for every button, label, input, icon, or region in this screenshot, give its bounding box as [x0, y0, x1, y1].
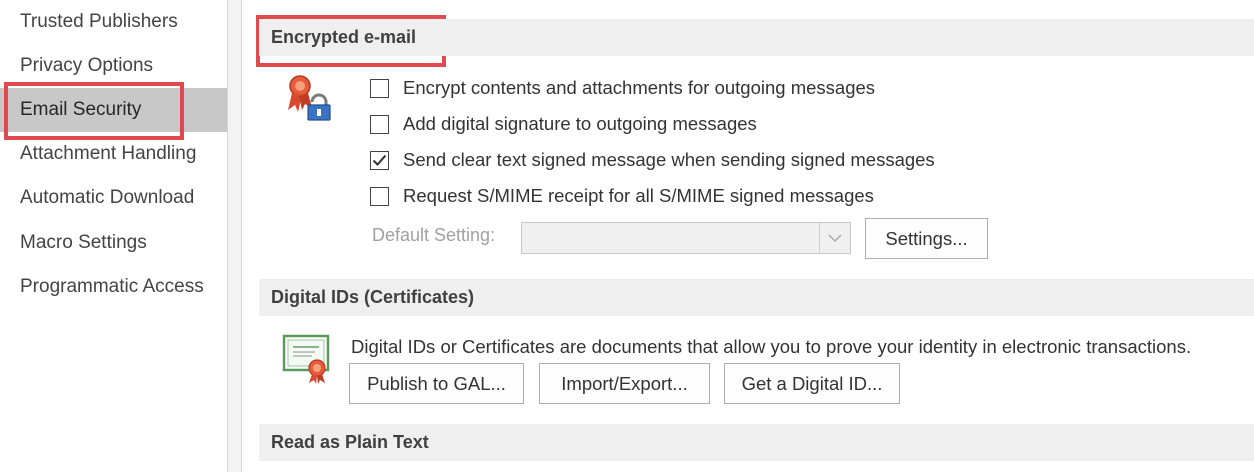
option-send-clear-text[interactable]: Send clear text signed message when send…: [370, 146, 935, 174]
option-add-digital-signature[interactable]: Add digital signature to outgoing messag…: [370, 110, 757, 138]
import-export-button[interactable]: Import/Export...: [539, 363, 710, 404]
option-request-smime-receipt-label: Request S/MIME receipt for all S/MIME si…: [403, 185, 874, 206]
sidebar-item-automatic-download[interactable]: Automatic Download: [0, 176, 227, 220]
sidebar-item-privacy-options[interactable]: Privacy Options: [0, 44, 227, 88]
sidebar-item-attachment-handling[interactable]: Attachment Handling: [0, 132, 227, 176]
checkbox-add-digital-signature[interactable]: [370, 114, 389, 134]
sidebar-item-email-security[interactable]: Email Security: [0, 88, 227, 132]
publish-to-gal-button[interactable]: Publish to GAL...: [349, 363, 524, 404]
option-add-digital-signature-label: Add digital signature to outgoing messag…: [403, 113, 757, 134]
settings-button[interactable]: Settings...: [865, 218, 988, 259]
content-divider: [241, 0, 242, 472]
sidebar-item-macro-settings[interactable]: Macro Settings: [0, 221, 227, 265]
checkmark-icon: [372, 154, 387, 166]
option-send-clear-text-label: Send clear text signed message when send…: [403, 149, 935, 170]
section-header-digital-ids: Digital IDs (Certificates): [259, 279, 1254, 316]
sidebar-item-trusted-publishers[interactable]: Trusted Publishers: [0, 0, 227, 44]
default-setting-select[interactable]: [521, 222, 851, 254]
get-digital-id-button[interactable]: Get a Digital ID...: [724, 363, 900, 404]
checkbox-encrypt-contents[interactable]: [370, 78, 389, 98]
digital-ids-description: Digital IDs or Certificates are document…: [351, 336, 1192, 357]
section-header-read-plain-text: Read as Plain Text: [259, 424, 1254, 461]
certificate-lock-icon: [283, 72, 335, 129]
checkbox-request-smime-receipt[interactable]: [370, 186, 389, 206]
section-header-encrypted-email: Encrypted e-mail: [259, 19, 1254, 56]
option-encrypt-contents-label: Encrypt contents and attachments for out…: [403, 77, 876, 98]
default-setting-label: Default Setting:: [372, 225, 496, 245]
option-request-smime-receipt[interactable]: Request S/MIME receipt for all S/MIME si…: [370, 182, 874, 210]
sidebar-nav: Trusted Publishers Privacy Options Email…: [0, 0, 227, 472]
checkbox-send-clear-text[interactable]: [370, 150, 389, 170]
splitter: [228, 0, 241, 472]
chevron-down-icon: [819, 223, 850, 253]
option-encrypt-contents[interactable]: Encrypt contents and attachments for out…: [370, 74, 875, 102]
certificate-icon: [282, 334, 334, 391]
sidebar-item-programmatic-access[interactable]: Programmatic Access: [0, 265, 227, 309]
